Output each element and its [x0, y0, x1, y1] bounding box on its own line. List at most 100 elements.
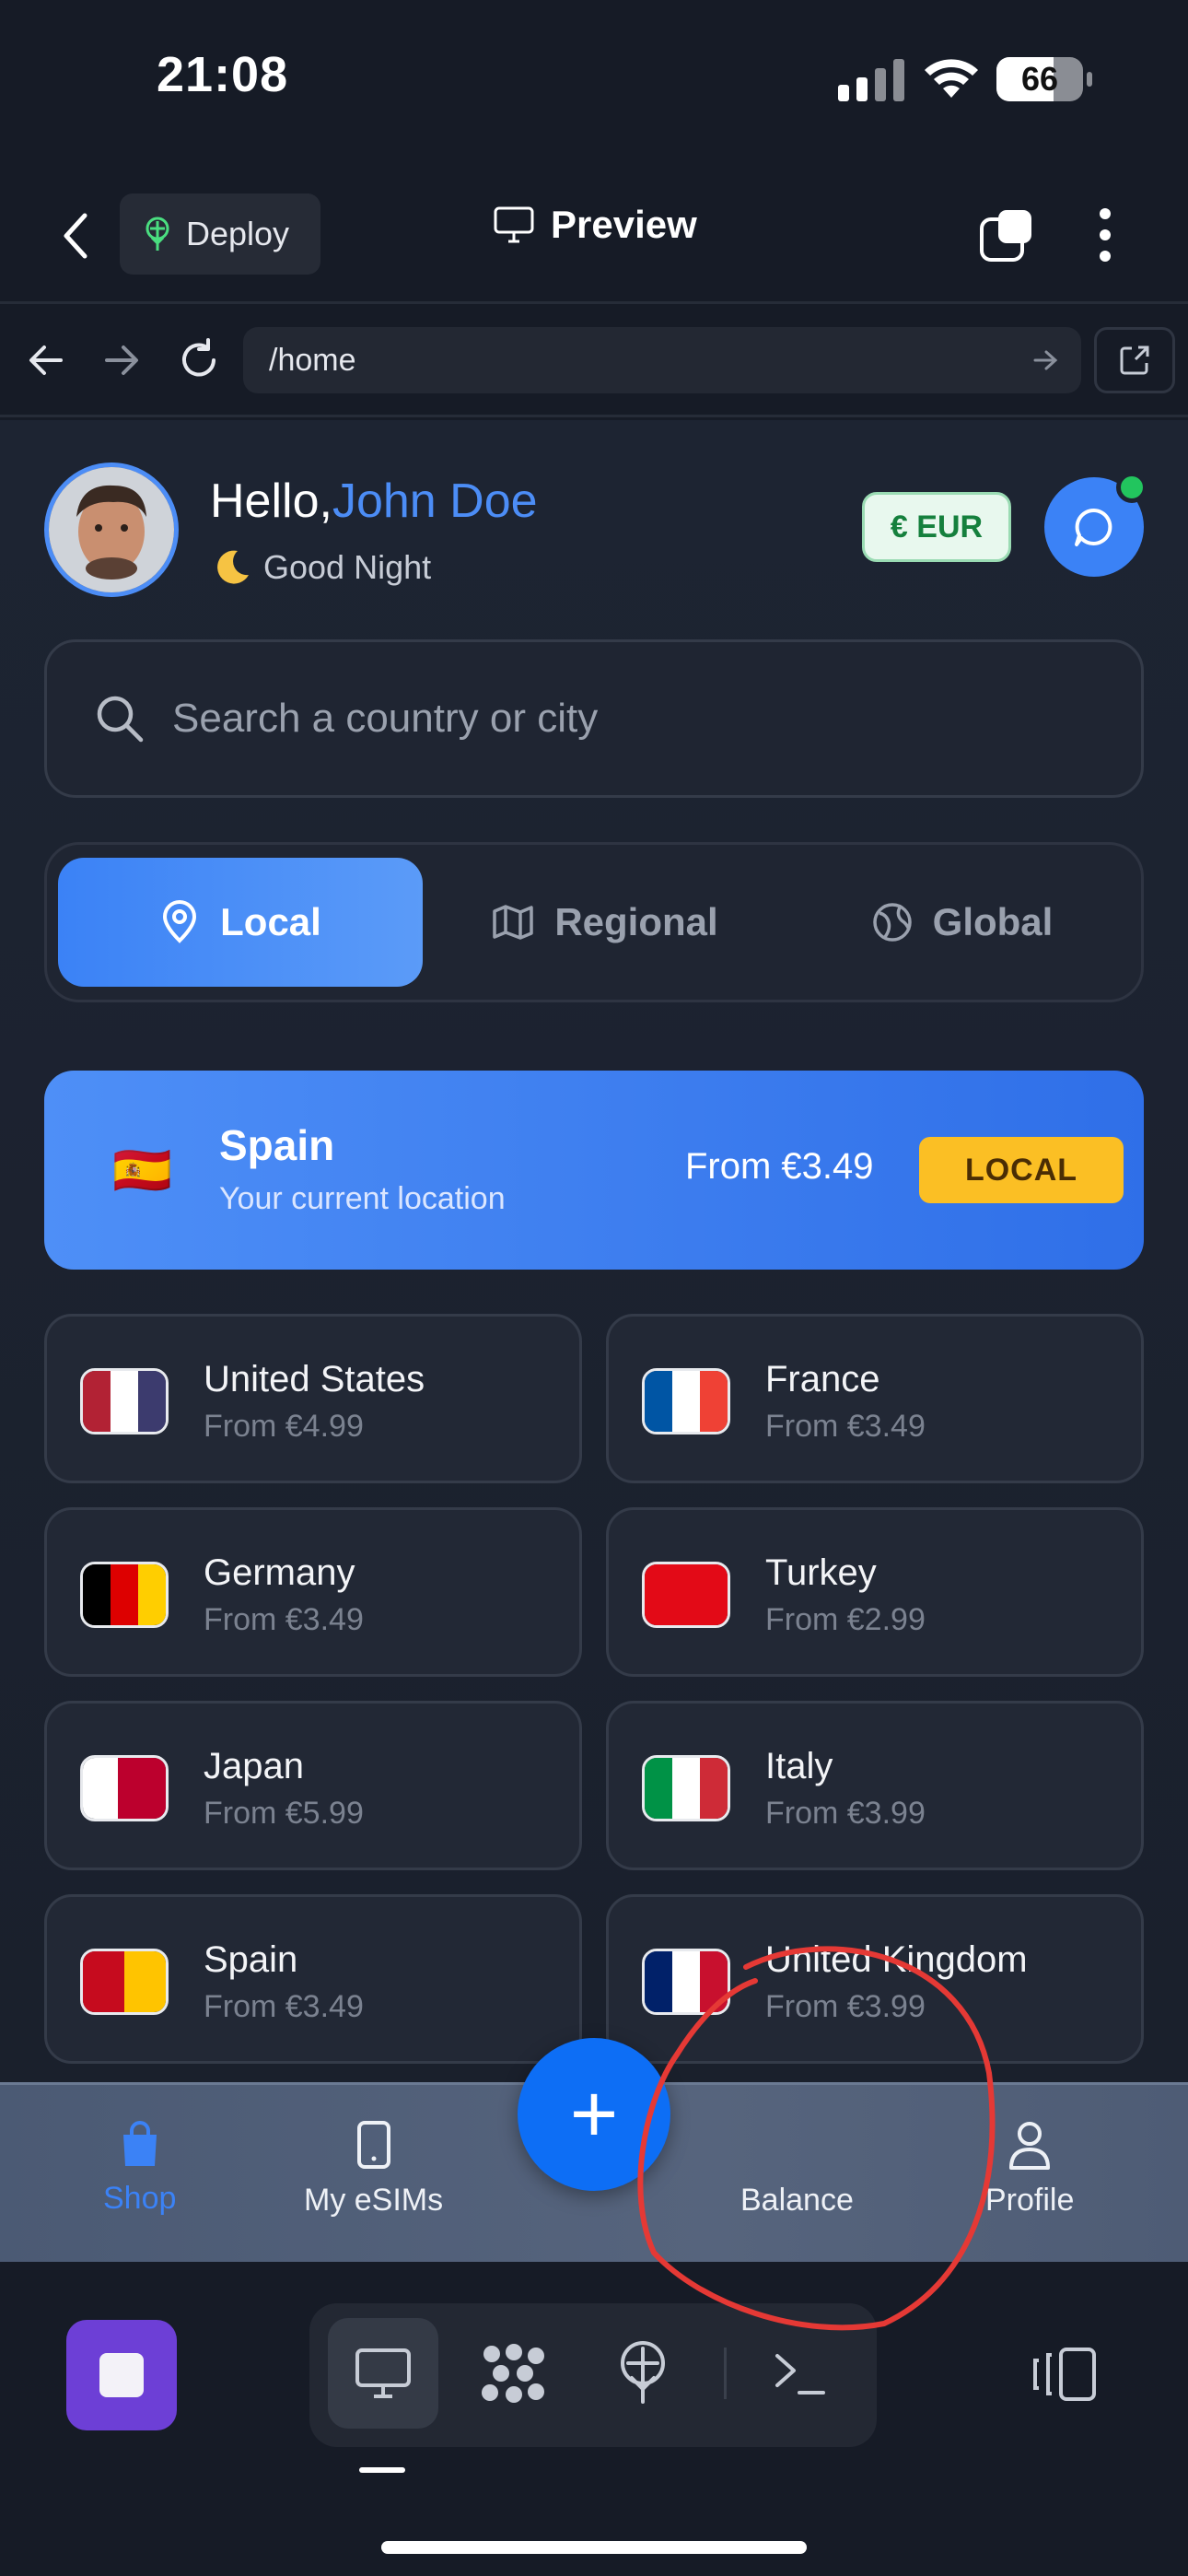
france-flag-icon — [642, 1368, 730, 1434]
country-card-italy[interactable]: Italy From €3.99 — [606, 1701, 1144, 1870]
reload-icon[interactable] — [177, 338, 221, 382]
status-time: 21:08 — [157, 47, 289, 102]
editor-dock — [309, 2303, 877, 2447]
country-price: From €3.49 — [204, 1602, 364, 1637]
user-icon — [1009, 2122, 1051, 2170]
open-external-button[interactable] — [1094, 327, 1175, 393]
country-name: Germany — [204, 1552, 355, 1593]
preview-header: Deploy Preview — [0, 175, 1188, 304]
country-price: From €2.99 — [765, 1602, 926, 1637]
url-bar: /home — [0, 307, 1188, 417]
country-name: Japan — [204, 1746, 304, 1786]
browser-forward-icon[interactable] — [103, 344, 140, 377]
turkey-flag-icon — [642, 1562, 730, 1628]
nav-shop[interactable]: Shop — [103, 2120, 176, 2217]
nav-shop-label: Shop — [103, 2181, 177, 2216]
stop-icon — [99, 2353, 144, 2397]
back-chevron-icon[interactable] — [61, 212, 90, 260]
cluster-icon — [482, 2344, 544, 2403]
cellular-signal-icon — [838, 59, 904, 101]
app-screen: Hello,John Doe Good Night € EUR Search a… — [0, 420, 1188, 2088]
country-card-france[interactable]: France From €3.49 — [606, 1314, 1144, 1483]
external-link-icon — [1120, 345, 1149, 375]
dock-components[interactable] — [459, 2318, 569, 2429]
tab-local[interactable]: Local — [58, 858, 423, 987]
germany-flag-icon — [80, 1562, 169, 1628]
avatar[interactable] — [44, 463, 179, 597]
tab-global-label: Global — [932, 900, 1054, 943]
url-text: /home — [269, 343, 356, 378]
more-vertical-icon[interactable] — [1096, 206, 1114, 263]
preview-title-label: Preview — [551, 203, 697, 246]
shopping-bag-icon — [122, 2121, 157, 2166]
greeting-subtitle: Good Night — [212, 547, 431, 588]
hero-price: From €3.49 — [685, 1146, 874, 1187]
search-placeholder: Search a country or city — [172, 696, 599, 741]
dock-deploy[interactable] — [588, 2318, 698, 2429]
hero-country: Spain — [219, 1121, 335, 1169]
chat-bubble-icon — [1075, 508, 1112, 546]
spain-flag-icon: 🇪🇸 — [112, 1144, 172, 1198]
country-card-united-states[interactable]: United States From €4.99 — [44, 1314, 582, 1483]
country-price: From €3.99 — [765, 1989, 926, 2024]
tab-regional[interactable]: Regional — [423, 858, 787, 987]
greeting-subtitle-text: Good Night — [263, 548, 432, 586]
deploy-tree-icon — [621, 2341, 665, 2404]
japan-flag-icon — [80, 1755, 169, 1821]
hero-subtitle: Your current location — [219, 1181, 506, 1216]
battery-icon: 66 — [996, 57, 1083, 101]
globe-icon — [872, 903, 912, 942]
map-pin-icon — [163, 900, 197, 943]
add-button[interactable]: + — [518, 2038, 670, 2191]
search-input[interactable]: Search a country or city — [44, 639, 1144, 798]
user-photo-icon — [49, 467, 174, 592]
smartphone-icon — [356, 2121, 390, 2169]
country-price: From €3.49 — [204, 1989, 364, 2024]
online-indicator — [1116, 472, 1147, 503]
greeting-title: Hello,John Doe — [210, 474, 538, 529]
nav-profile[interactable]: Profile — [985, 2120, 1074, 2219]
nav-balance-label: Balance — [740, 2183, 854, 2218]
home-indicator[interactable] — [381, 2541, 807, 2554]
dock-divider — [724, 2348, 727, 2399]
tab-regional-label: Regional — [554, 900, 718, 943]
country-price: From €3.49 — [765, 1409, 926, 1444]
country-name: United Kingdom — [765, 1939, 1028, 1980]
deploy-label: Deploy — [186, 215, 290, 252]
tab-global[interactable]: Global — [787, 858, 1137, 987]
spain-flag-icon — [80, 1949, 169, 2015]
user-name: John Doe — [332, 474, 538, 528]
dock-terminal[interactable] — [744, 2318, 855, 2429]
terminal-icon — [775, 2354, 825, 2395]
country-card-turkey[interactable]: Turkey From €2.99 — [606, 1507, 1144, 1677]
local-badge: LOCAL — [919, 1137, 1124, 1203]
country-card-spain[interactable]: Spain From €3.49 — [44, 1894, 582, 2064]
currency-badge[interactable]: € EUR — [862, 492, 1011, 562]
tabs-icon[interactable] — [978, 206, 1035, 263]
monitor-icon — [494, 206, 534, 243]
nav-balance[interactable]: Balance — [740, 2183, 854, 2219]
country-card-united-kingdom[interactable]: United Kingdom From €3.99 — [606, 1894, 1144, 2064]
uk-flag-icon — [642, 1949, 730, 2015]
country-card-germany[interactable]: Germany From €3.49 — [44, 1507, 582, 1677]
country-price: From €3.99 — [765, 1796, 926, 1831]
split-view-icon[interactable] — [1031, 2346, 1098, 2403]
stop-button[interactable] — [66, 2320, 177, 2430]
dock-indicator — [359, 2467, 405, 2473]
country-name: Turkey — [765, 1552, 877, 1593]
country-name: Italy — [765, 1746, 833, 1786]
deploy-button[interactable]: Deploy — [120, 193, 320, 275]
go-arrow-icon[interactable] — [1033, 349, 1059, 371]
url-field[interactable]: /home — [243, 327, 1081, 393]
country-price: From €4.99 — [204, 1409, 364, 1444]
monitor-icon — [355, 2348, 411, 2398]
battery-level: 66 — [1020, 60, 1059, 98]
battery-tip — [1087, 72, 1092, 87]
country-name: Spain — [204, 1939, 298, 1980]
current-location-card[interactable]: 🇪🇸 Spain Your current location From €3.4… — [44, 1071, 1144, 1270]
browser-back-icon[interactable] — [28, 344, 64, 377]
nav-my-esims[interactable]: My eSIMs — [304, 2120, 443, 2219]
dock-preview[interactable] — [328, 2318, 438, 2429]
moon-icon — [217, 550, 249, 584]
country-card-japan[interactable]: Japan From €5.99 — [44, 1701, 582, 1870]
